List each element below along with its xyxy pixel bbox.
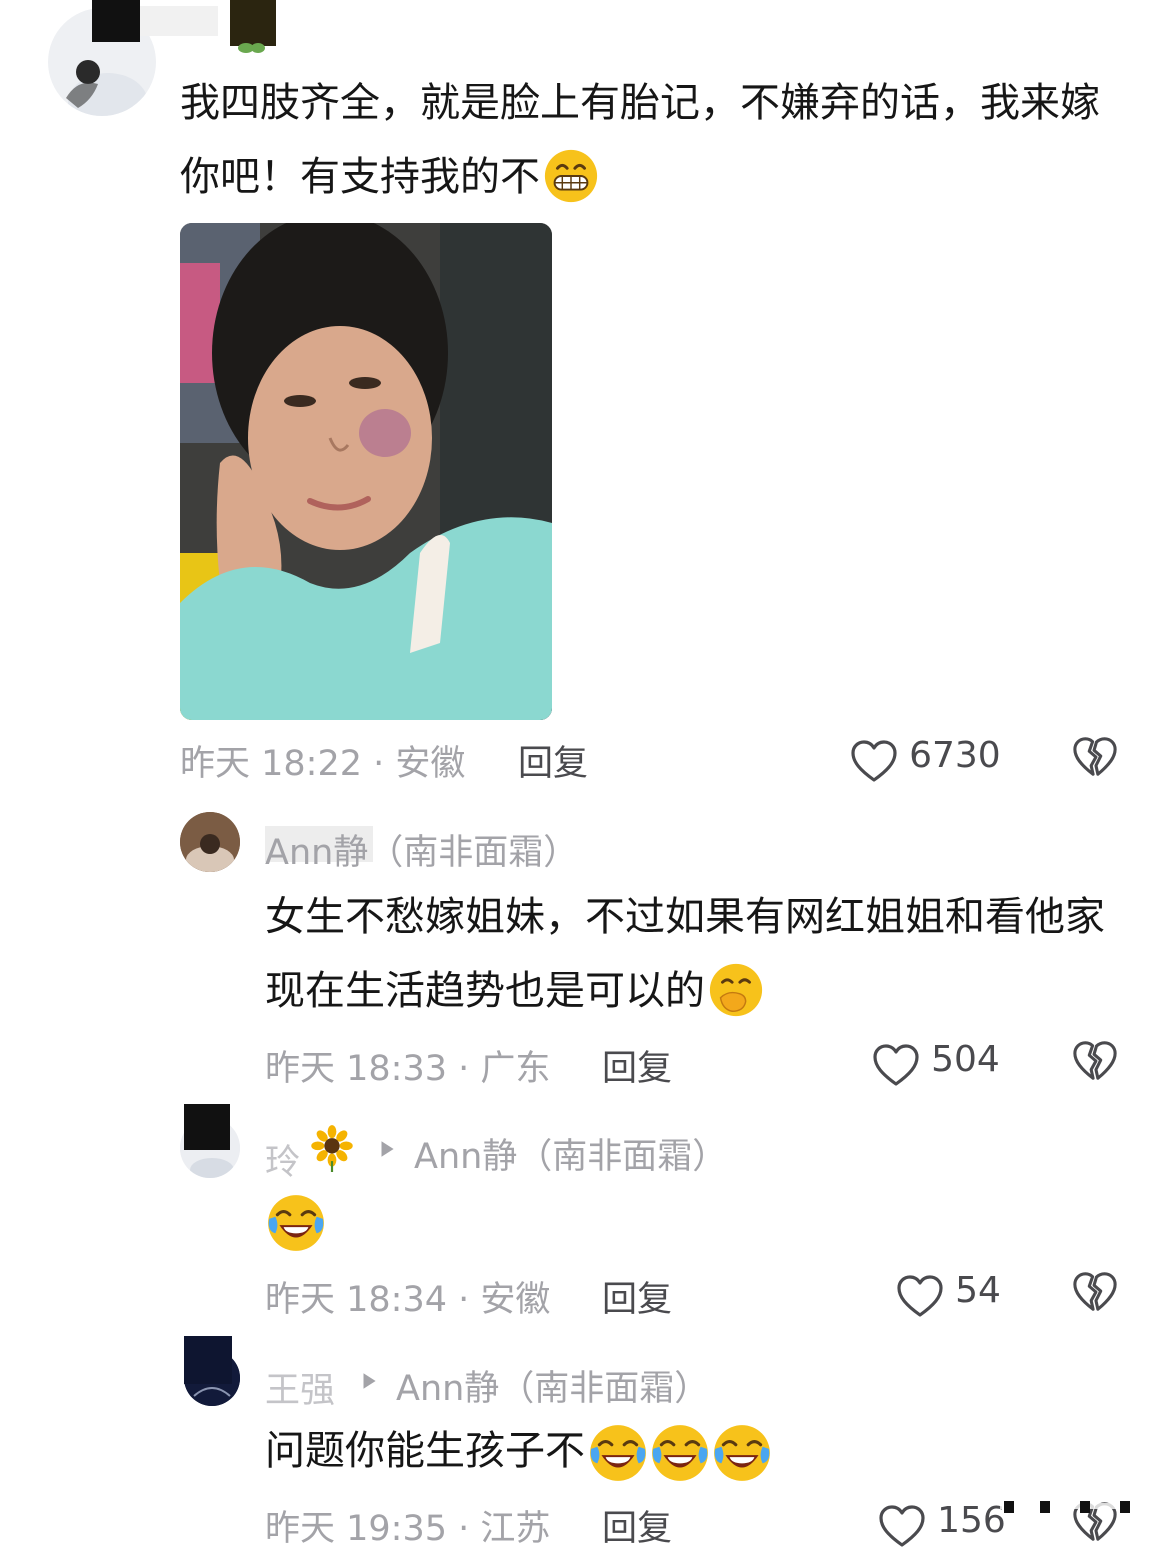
comment-text-content: 我四肢齐全，就是脸上有胎记，不嫌弃的话，我来嫁你吧！有支持我的不 <box>180 80 1100 200</box>
crying-laughing-emoji-icon <box>587 1422 649 1484</box>
comment-text: 问题你能生孩子不 <box>265 1414 1120 1488</box>
watermark <box>1000 1498 1150 1513</box>
heart-icon <box>850 739 898 783</box>
comment-image[interactable] <box>180 223 552 720</box>
censored-username <box>140 6 218 36</box>
grin-emoji-icon <box>542 147 600 205</box>
broken-heart-icon <box>1072 735 1118 779</box>
avatar-image <box>180 812 240 872</box>
reply-button[interactable]: 回复 <box>602 1271 672 1322</box>
broken-heart-icon <box>1072 1270 1118 1314</box>
username[interactable]: Ann静（南非面霜） <box>265 824 578 875</box>
comment-text <box>265 1184 1120 1258</box>
heart-icon <box>872 1043 920 1087</box>
crying-laughing-emoji-icon <box>265 1192 327 1254</box>
crying-laughing-emoji-icon <box>649 1422 711 1484</box>
username[interactable]: 玲 <box>265 1134 300 1185</box>
leaf-icon <box>236 40 266 54</box>
like-count: 504 <box>931 1039 1000 1080</box>
avatar[interactable] <box>180 812 240 872</box>
reply-arrow-icon <box>376 1138 398 1164</box>
heart-icon <box>878 1504 926 1548</box>
dislike-button[interactable] <box>1072 1039 1118 1087</box>
reply-button[interactable]: 回复 <box>602 1040 672 1091</box>
comment-meta: 昨天 18:22 · 安徽 <box>180 744 466 784</box>
comment-meta: 昨天 19:35 · 江苏 <box>265 1509 551 1549</box>
broken-heart-icon <box>1072 1039 1118 1083</box>
dislike-button[interactable] <box>1072 735 1118 783</box>
hand-over-mouth-emoji-icon <box>707 961 765 1019</box>
comment-meta: 昨天 18:33 · 广东 <box>265 1049 551 1089</box>
comment-text: 我四肢齐全，就是脸上有胎记，不嫌弃的话，我来嫁你吧！有支持我的不 <box>180 66 1120 214</box>
reply-arrow-icon <box>358 1370 380 1396</box>
like-button[interactable]: 54 <box>896 1268 1001 1318</box>
dislike-button[interactable] <box>1072 1270 1118 1318</box>
crying-laughing-emoji-icon <box>711 1422 773 1484</box>
like-count: 6730 <box>909 735 1001 776</box>
reply-to-username[interactable]: Ann静（南非面霜） <box>414 1128 727 1179</box>
like-button[interactable]: 156 <box>878 1498 1006 1548</box>
like-button[interactable]: 504 <box>872 1037 1000 1087</box>
reply-button[interactable]: 回复 <box>518 735 588 786</box>
username[interactable]: 王强 <box>265 1362 335 1413</box>
comment-text-content: 女生不愁嫁姐妹，不过如果有网红姐姐和看他家现在生活趋势也是可以的 <box>265 894 1105 1014</box>
like-count: 54 <box>955 1270 1001 1311</box>
censored-username <box>92 0 140 42</box>
heart-icon <box>896 1274 944 1318</box>
comment-text: 女生不愁嫁姐妹，不过如果有网红姐姐和看他家现在生活趋势也是可以的 <box>265 880 1120 1028</box>
censored-avatar <box>184 1104 230 1150</box>
like-button[interactable]: 6730 <box>850 733 1001 783</box>
like-count: 156 <box>937 1500 1006 1541</box>
comment-text-content: 问题你能生孩子不 <box>265 1428 585 1474</box>
censored-avatar <box>184 1336 232 1384</box>
reply-button[interactable]: 回复 <box>602 1500 672 1551</box>
sunflower-icon <box>310 1124 354 1176</box>
comment-meta: 昨天 18:34 · 安徽 <box>265 1280 551 1320</box>
woman-with-birthmark-photo <box>180 223 552 720</box>
reply-to-username[interactable]: Ann静（南非面霜） <box>396 1360 709 1411</box>
